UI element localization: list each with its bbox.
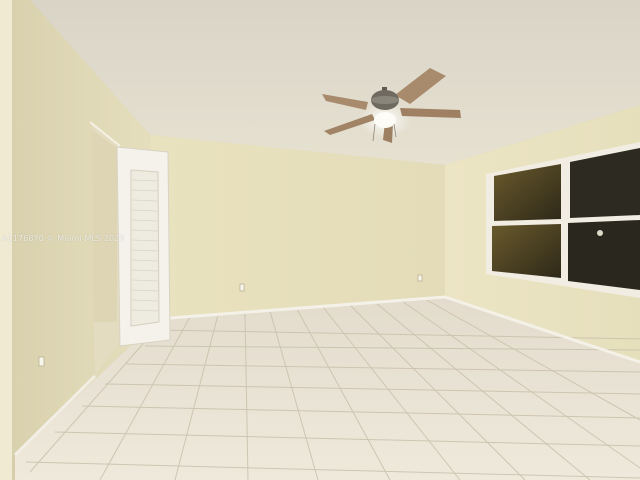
wall-outlet-back <box>239 283 245 292</box>
window-pane-lower-left <box>492 224 561 278</box>
window-light-reflection <box>597 230 603 236</box>
fan-motor-band <box>371 96 399 104</box>
fan-light-bulb <box>374 112 396 128</box>
wall-outlet-right <box>417 274 423 282</box>
window-pane-lower-right <box>568 220 640 290</box>
mls-watermark: A1176870 © Miami MLS 2025 <box>2 234 125 243</box>
doorway-inner-wall <box>92 130 117 322</box>
wall-outlet-left <box>38 356 45 367</box>
door-louver-panel <box>130 169 160 327</box>
back-wall <box>150 135 445 318</box>
room-photo: A1176870 © Miami MLS 2025 <box>0 0 640 480</box>
